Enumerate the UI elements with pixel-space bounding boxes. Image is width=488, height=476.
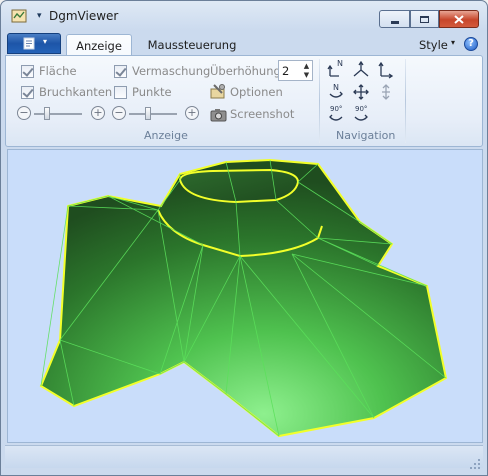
ueberhoehung-label: Überhöhung <box>210 64 281 78</box>
slider-track <box>34 113 82 115</box>
height-plus-button[interactable]: + <box>185 106 199 120</box>
close-button[interactable] <box>439 10 479 28</box>
vermaschung-checkbox[interactable] <box>114 65 127 78</box>
zoom-out-button[interactable]: − <box>17 106 31 120</box>
close-icon <box>454 14 464 24</box>
rot-right-label: 90° <box>355 105 368 113</box>
screenshot-button[interactable]: Screenshot <box>230 107 294 121</box>
height-slider-track <box>129 113 177 115</box>
flaeche-checkbox[interactable] <box>21 65 34 78</box>
side-view-icon[interactable] <box>377 61 395 79</box>
app-menu-arrow: ▾ <box>43 37 48 46</box>
vermaschung-label: Vermaschung <box>132 64 211 78</box>
slider-thumb[interactable] <box>44 107 50 120</box>
map-icon <box>11 9 27 23</box>
help-icon[interactable]: ? <box>464 37 478 51</box>
bruchkanten-checkbox[interactable] <box>21 86 34 99</box>
north-mid-label: N <box>333 83 339 92</box>
ueberhoehung-spinner[interactable]: 2 ▲ ▼ <box>278 60 313 81</box>
terrain-viewport[interactable] <box>7 149 483 443</box>
status-bar <box>5 445 483 468</box>
height-minus-button[interactable]: − <box>112 106 126 120</box>
maximize-button[interactable] <box>410 10 439 28</box>
title-menu-arrow[interactable]: ▾ <box>37 11 42 21</box>
terrain-model[interactable] <box>8 150 482 442</box>
style-dropdown-arrow[interactable]: ▾ <box>451 38 455 47</box>
spin-down-icon[interactable]: ▼ <box>301 71 312 80</box>
group-label-anzeige: Anzeige <box>144 129 188 142</box>
height-slider-thumb[interactable] <box>145 107 151 120</box>
tab-maussteuerung[interactable]: Maussteuerung <box>144 34 240 56</box>
spin-up-icon[interactable]: ▲ <box>301 62 312 71</box>
style-menu[interactable]: Style <box>419 38 448 52</box>
minimize-icon <box>390 20 399 24</box>
group-separator-2 <box>405 59 406 143</box>
rotate-right-90-icon[interactable]: 90° <box>352 105 370 123</box>
title-bar[interactable]: ▾ DgmViewer <box>1 1 487 31</box>
camera-icon <box>210 109 227 122</box>
punkte-label: Punkte <box>132 85 172 99</box>
ueberhoehung-value[interactable]: 2 <box>282 64 289 78</box>
maximize-icon <box>420 15 429 23</box>
options-icon <box>210 84 225 99</box>
vertical-move-icon[interactable] <box>377 83 395 101</box>
group-separator <box>319 59 320 143</box>
rotate-left-90-icon[interactable]: 90° <box>327 105 345 123</box>
flaeche-label: Fläche <box>39 64 77 78</box>
north-rotate-icon[interactable]: N <box>327 83 345 101</box>
window-title: DgmViewer <box>49 9 119 23</box>
tab-anzeige[interactable]: Anzeige <box>66 34 132 56</box>
optionen-button[interactable]: Optionen <box>230 85 283 99</box>
pan-icon[interactable] <box>352 83 370 101</box>
resize-grip-icon[interactable] <box>469 458 481 470</box>
main-window: ▾ DgmViewer ▾ Anzeige Maussteuerung Styl… <box>0 0 488 476</box>
bruchkanten-label: Bruchkanten <box>39 85 113 99</box>
zoom-in-button[interactable]: + <box>91 106 105 120</box>
north-top-view-icon[interactable]: N <box>327 59 345 79</box>
document-icon <box>23 37 35 50</box>
group-label-navigation: Navigation <box>336 129 396 142</box>
north-top-label: N <box>337 59 343 68</box>
rot-left-label: 90° <box>330 105 343 113</box>
axes-3d-icon[interactable] <box>352 61 370 79</box>
application-menu-button[interactable]: ▾ <box>7 33 61 54</box>
minimize-button[interactable] <box>379 10 410 28</box>
punkte-checkbox[interactable] <box>114 86 127 99</box>
